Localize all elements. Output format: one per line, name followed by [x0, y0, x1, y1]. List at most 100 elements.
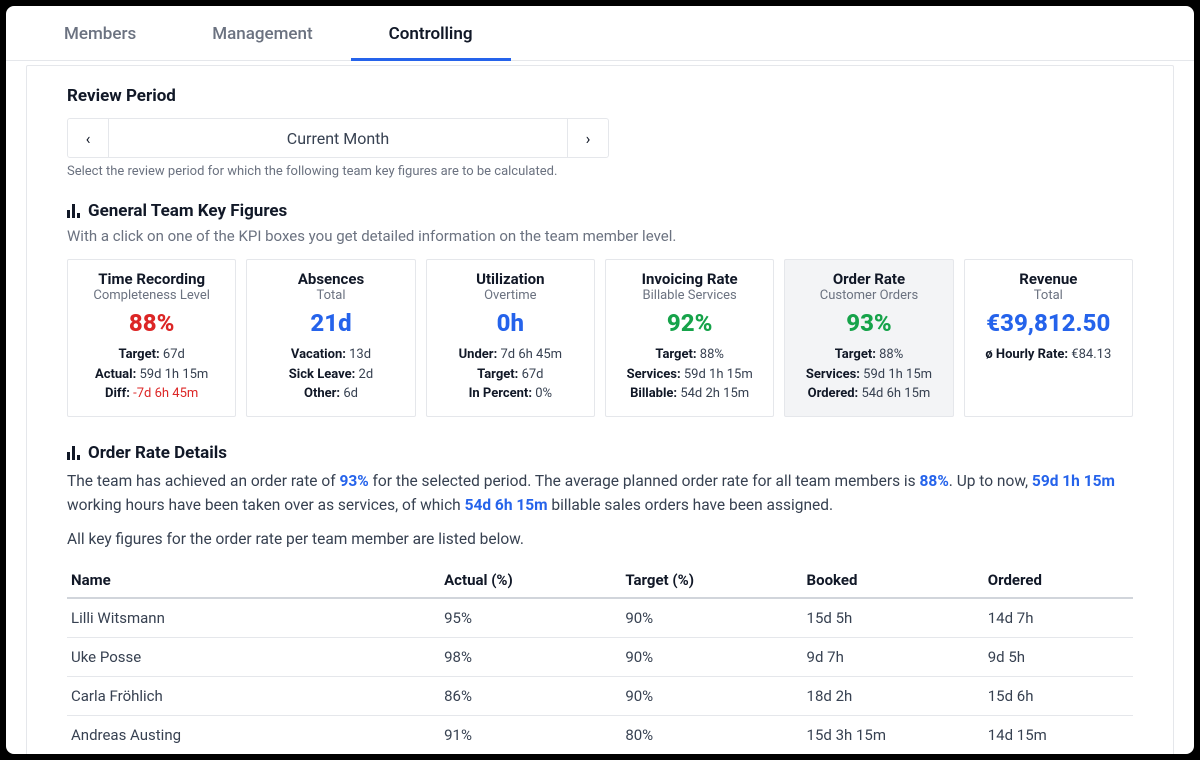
table-cell: 95%	[440, 598, 621, 638]
kpi-title: Invoicing Rate	[618, 270, 761, 288]
kpi-value: 92%	[618, 309, 761, 337]
table-cell: 15d 6h	[984, 676, 1133, 715]
kpi-title: Order Rate	[797, 270, 940, 288]
details-hl-target: 88%	[920, 472, 949, 490]
kpi-title: Absences	[259, 270, 402, 288]
table-cell: 90%	[621, 598, 802, 638]
period-help-text: Select the review period for which the f…	[67, 164, 1133, 179]
kpi-line: Billable: 54d 2h 15m	[618, 384, 761, 404]
table-cell: 14d 7h	[984, 598, 1133, 638]
kpi-card-absences[interactable]: AbsencesTotal 21d Vacation: 13dSick Leave:…	[246, 259, 415, 417]
kpi-subtitle: Total	[977, 288, 1120, 303]
kpi-value: 0h	[439, 309, 582, 337]
details-hl-orderrate: 93%	[339, 472, 368, 490]
kpi-subtitle: Customer Orders	[797, 288, 940, 303]
general-section-title: General Team Key Figures	[67, 201, 1133, 221]
kpi-line: ø Hourly Rate: €84.13	[977, 345, 1120, 365]
table-cell: 9d 5h	[984, 637, 1133, 676]
general-section-desc: With a click on one of the KPI boxes you…	[67, 227, 1133, 245]
details-paragraph-1: The team has achieved an order rate of 9…	[67, 469, 1133, 517]
col-actual-: Actual (%)	[440, 561, 621, 598]
details-paragraph-2: All key figures for the order rate per t…	[67, 527, 1133, 551]
table-cell: 9d 7h	[803, 637, 984, 676]
kpi-title: Time Recording	[80, 270, 223, 288]
period-next-button[interactable]: ›	[568, 119, 608, 157]
chevron-left-icon: ‹	[86, 129, 91, 148]
kpi-value: €39,812.50	[977, 309, 1120, 337]
period-prev-button[interactable]: ‹	[68, 119, 108, 157]
kpi-value: 93%	[797, 309, 940, 337]
table-cell: 90%	[621, 637, 802, 676]
table-cell: 14d 15m	[984, 715, 1133, 754]
table-row: Lilli Witsmann95%90%15d 5h14d 7h	[67, 598, 1133, 638]
kpi-line: Services: 59d 1h 15m	[618, 365, 761, 385]
kpi-line: Ordered: 54d 6h 15m	[797, 384, 940, 404]
kpi-line: Sick Leave: 2d	[259, 365, 402, 385]
tab-members[interactable]: Members	[26, 6, 174, 60]
details-p1c: . Up to now,	[949, 472, 1032, 490]
kpi-line: Vacation: 13d	[259, 345, 402, 365]
details-hl-hours: 59d 1h 15m	[1032, 472, 1115, 490]
kpi-line: Services: 59d 1h 15m	[797, 365, 940, 385]
details-p1e: billable sales orders have been assigned…	[548, 496, 833, 514]
table-cell: Uke Posse	[67, 637, 440, 676]
details-p1a: The team has achieved an order rate of	[67, 472, 339, 490]
kpi-line: Target: 67d	[80, 345, 223, 365]
table-cell: Lilli Witsmann	[67, 598, 440, 638]
details-p1b: for the selected period. The average pla…	[369, 472, 920, 490]
kpi-line: Target: 88%	[797, 345, 940, 365]
kpi-subtitle: Billable Services	[618, 288, 761, 303]
general-title-text: General Team Key Figures	[88, 201, 287, 221]
bar-chart-icon	[67, 204, 80, 218]
table-cell: 91%	[440, 715, 621, 754]
kpi-card-utilization[interactable]: UtilizationOvertime 0h Under: 7d 6h 45mTar…	[426, 259, 595, 417]
details-hl-ordered: 54d 6h 15m	[465, 496, 548, 514]
review-period-title: Review Period	[67, 86, 1133, 106]
col-booked: Booked	[803, 561, 984, 598]
kpi-line: Under: 7d 6h 45m	[439, 345, 582, 365]
table-cell: 80%	[621, 715, 802, 754]
kpi-card-time-recording[interactable]: Time RecordingCompleteness Level 88% Targe…	[67, 259, 236, 417]
details-title-text: Order Rate Details	[88, 443, 227, 463]
details-table: NameActual (%)Target (%)BookedOrdered Li…	[67, 561, 1133, 754]
kpi-subtitle: Total	[259, 288, 402, 303]
tab-management[interactable]: Management	[174, 6, 350, 60]
tab-controlling[interactable]: Controlling	[351, 6, 511, 60]
kpi-line: Target: 67d	[439, 365, 582, 385]
kpi-card-revenue[interactable]: RevenueTotal €39,812.50 ø Hourly Rate: €84…	[964, 259, 1133, 417]
col-target-: Target (%)	[621, 561, 802, 598]
period-picker: ‹ Current Month ›	[67, 118, 609, 158]
bar-chart-icon	[67, 446, 80, 460]
details-section-title: Order Rate Details	[67, 443, 1133, 463]
table-row: Carla Fröhlich86%90%18d 2h15d 6h	[67, 676, 1133, 715]
table-cell: Andreas Austing	[67, 715, 440, 754]
kpi-row: Time RecordingCompleteness Level 88% Targe…	[67, 259, 1133, 417]
kpi-value: 21d	[259, 309, 402, 337]
col-name: Name	[67, 561, 440, 598]
table-cell: 86%	[440, 676, 621, 715]
kpi-line: Target: 88%	[618, 345, 761, 365]
kpi-card-invoicing-rate[interactable]: Invoicing RateBillable Services 92% Target…	[605, 259, 774, 417]
kpi-line: In Percent: 0%	[439, 384, 582, 404]
table-cell: 98%	[440, 637, 621, 676]
table-cell: 90%	[621, 676, 802, 715]
table-cell: 15d 3h 15m	[803, 715, 984, 754]
kpi-card-order-rate[interactable]: Order RateCustomer Orders 93% Target: 88%S…	[784, 259, 953, 417]
kpi-line: Other: 6d	[259, 384, 402, 404]
table-cell: Carla Fröhlich	[67, 676, 440, 715]
kpi-subtitle: Completeness Level	[80, 288, 223, 303]
app-window: Members Management Controlling Review Pe…	[6, 6, 1194, 754]
kpi-value: 88%	[80, 309, 223, 337]
table-row: Andreas Austing91%80%15d 3h 15m14d 15m	[67, 715, 1133, 754]
table-cell: 18d 2h	[803, 676, 984, 715]
kpi-line: Diff: -7d 6h 45m	[80, 384, 223, 404]
table-row: Uke Posse98%90%9d 7h9d 5h	[67, 637, 1133, 676]
table-cell: 15d 5h	[803, 598, 984, 638]
details-p1d: working hours have been taken over as se…	[67, 496, 465, 514]
kpi-title: Revenue	[977, 270, 1120, 288]
kpi-title: Utilization	[439, 270, 582, 288]
tab-bar: Members Management Controlling	[6, 6, 1194, 61]
chevron-right-icon: ›	[586, 129, 591, 148]
period-label[interactable]: Current Month	[108, 119, 568, 157]
kpi-subtitle: Overtime	[439, 288, 582, 303]
